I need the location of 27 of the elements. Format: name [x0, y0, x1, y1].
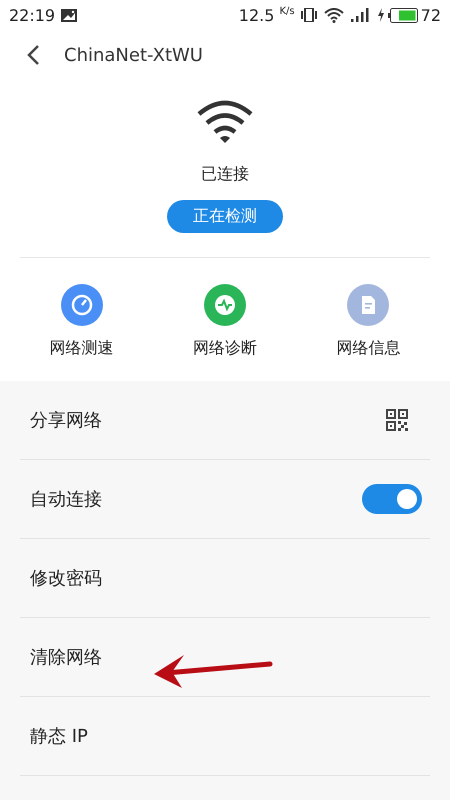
document-icon[interactable]	[347, 284, 390, 326]
setting-label[interactable]: 自动连接	[30, 487, 102, 511]
image-icon	[61, 8, 78, 22]
pulse-icon[interactable]	[204, 284, 246, 326]
qr-code-icon[interactable]	[386, 409, 408, 431]
charging-icon	[376, 8, 385, 22]
connection-status: 已连接	[201, 164, 249, 185]
network-speed: 12.5 K/s	[238, 6, 295, 24]
wifi-icon	[196, 98, 254, 144]
clock: 22:19	[9, 6, 56, 24]
speedometer-icon[interactable]	[60, 284, 103, 326]
vibrate-icon	[300, 8, 317, 22]
network-name: ChinaNet-XtWU	[64, 44, 203, 66]
battery-icon	[388, 8, 418, 22]
setting-label[interactable]: 清除网络	[30, 645, 102, 669]
checking-button[interactable]: 正在检测	[167, 200, 283, 233]
setting-label[interactable]: 修改密码	[30, 566, 102, 590]
battery-percent: 72	[420, 6, 441, 24]
toggle-switch[interactable]	[362, 484, 422, 514]
setting-label[interactable]: 分享网络	[30, 408, 102, 432]
signal-icon	[350, 8, 371, 22]
back-button[interactable]	[26, 44, 40, 66]
setting-label[interactable]: 静态 IP	[30, 724, 88, 748]
action-label[interactable]: 网络信息	[336, 338, 400, 359]
wifi-icon	[324, 8, 344, 22]
action-label[interactable]: 网络诊断	[192, 338, 257, 359]
action-label[interactable]: 网络测速	[50, 338, 114, 359]
